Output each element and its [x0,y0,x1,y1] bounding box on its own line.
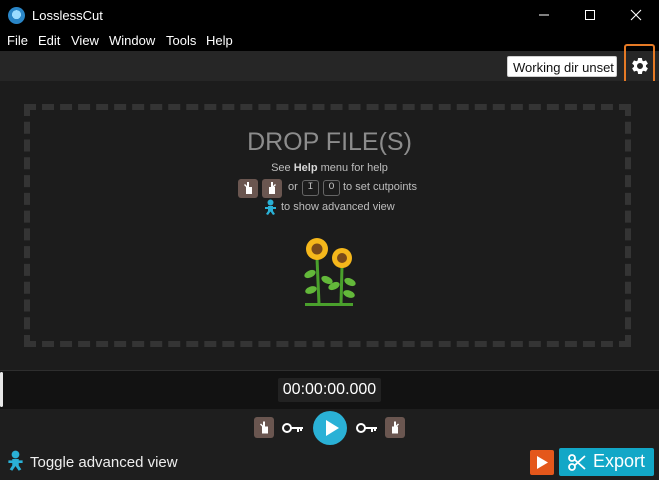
help-prefix: See [271,162,291,174]
app-logo-icon [8,7,25,24]
close-button[interactable] [613,0,659,31]
key-o: O [323,180,340,196]
toggle-advanced-label: Toggle advanced view [30,454,178,471]
menu-window[interactable]: Window [109,33,155,48]
help-hint: See Help menu for help [0,162,659,174]
hand-pointer-icon [392,421,399,434]
timeline-cursor[interactable] [0,372,3,407]
cutpoints-text: to set cutpoints [343,181,417,193]
maximize-button[interactable] [567,0,613,31]
settings-button[interactable] [624,44,655,86]
help-bold: Help [293,162,318,174]
cut-end-hand-icon[interactable] [262,179,282,198]
play-button[interactable] [313,411,347,445]
preview-segments-button[interactable] [530,450,554,475]
jump-cut-start-key-icon[interactable] [282,422,304,434]
cut-start-hand-icon[interactable] [238,179,258,198]
play-icon [326,420,339,436]
jump-cut-end-key-icon[interactable] [356,422,378,434]
menu-file[interactable]: File [7,33,28,48]
set-cut-start-button[interactable] [254,417,274,438]
advanced-view-hint: to show advanced view [264,199,395,219]
menu-edit[interactable]: Edit [38,33,60,48]
help-suffix: menu for help [320,162,388,174]
menu-bar: File Edit View Window Tools Help [0,31,659,51]
minimize-button[interactable] [521,0,567,31]
export-label: Export [593,451,646,471]
title-bar: LosslessCut [0,0,659,31]
key-i: I [302,180,319,196]
sunflower-icon [304,238,356,306]
baby-icon [8,450,23,471]
hand-pointer-icon [260,421,268,434]
window-title: LosslessCut [32,8,103,23]
toggle-advanced-view-button[interactable]: Toggle advanced view [7,450,178,477]
working-dir-button[interactable]: Working dir unset [507,56,617,77]
play-icon [537,456,548,469]
scissors-icon [568,454,586,471]
drop-title: DROP FILE(S) [247,128,412,156]
gear-icon [632,57,648,74]
menu-tools[interactable]: Tools [166,33,196,48]
timecode-display[interactable]: 00:00:00.000 [278,378,381,402]
menu-view[interactable]: View [71,33,99,48]
or-text: or [288,181,298,193]
advanced-text: to show advanced view [281,201,395,213]
baby-icon [265,199,276,215]
set-cut-end-button[interactable] [385,417,405,438]
menu-help[interactable]: Help [206,33,233,48]
export-button[interactable]: Export [559,448,654,476]
